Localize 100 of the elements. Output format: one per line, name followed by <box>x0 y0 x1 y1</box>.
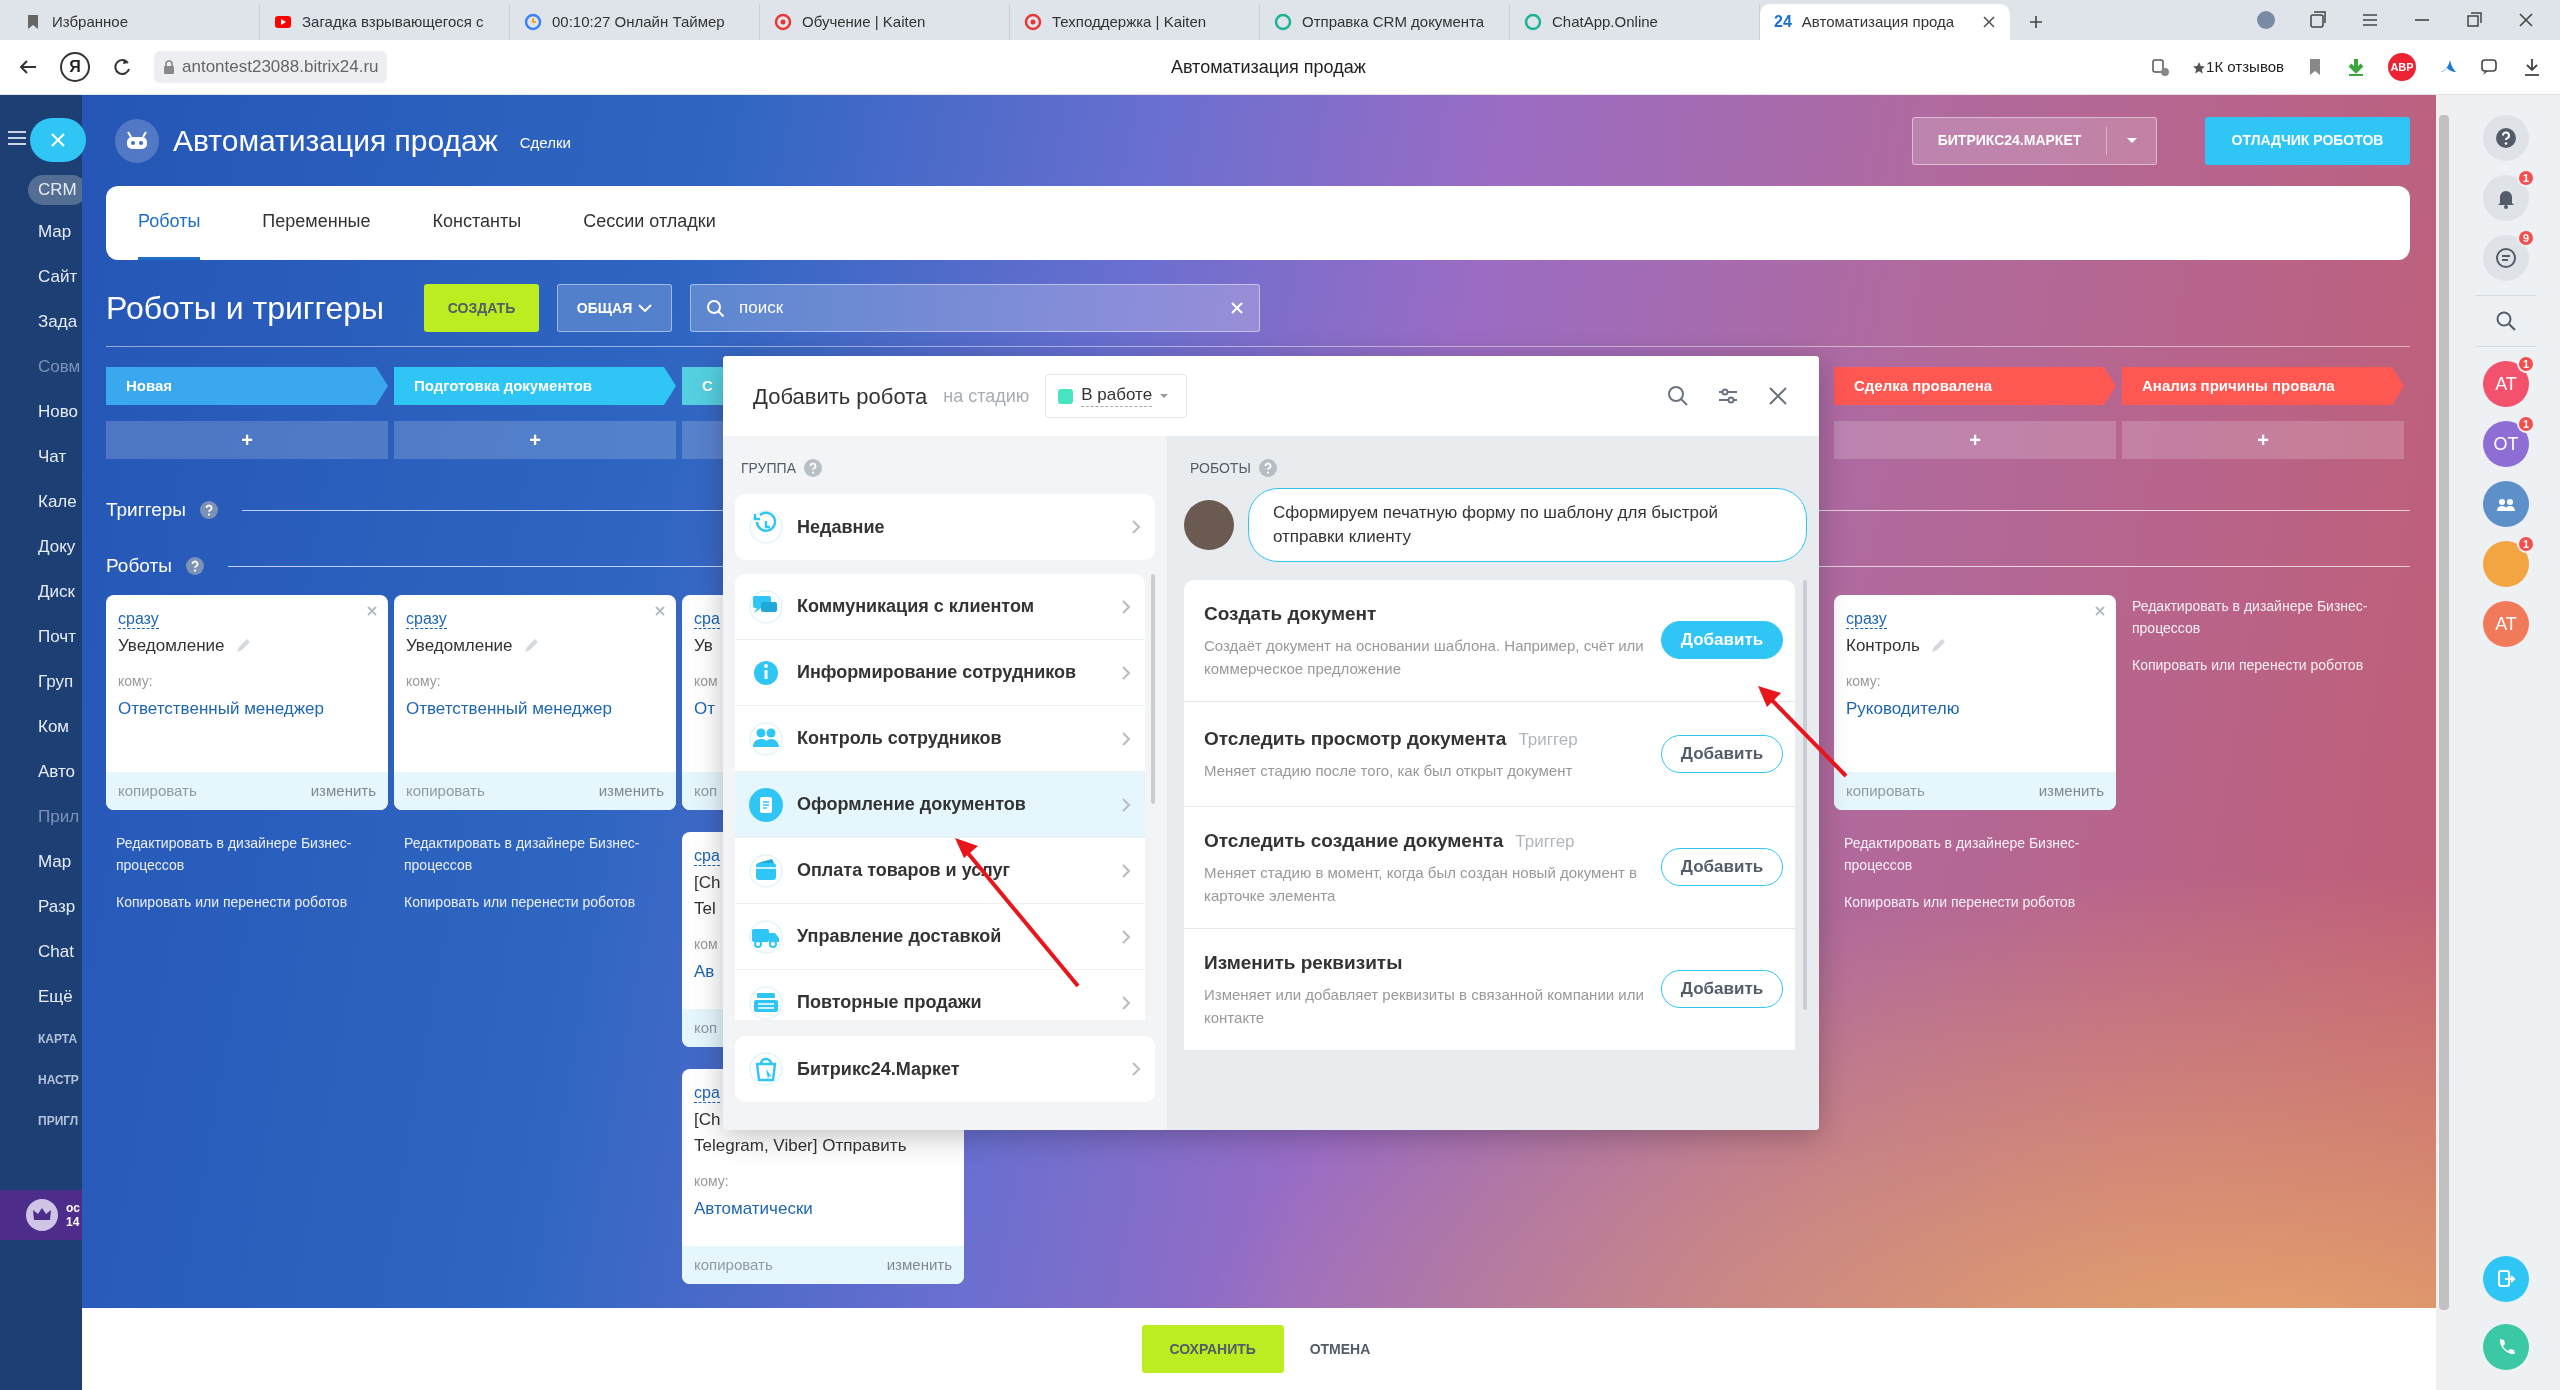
sidebar-item[interactable]: Ещё <box>0 973 82 1019</box>
designer-link[interactable]: Редактировать в дизайнере Бизнес-процессов <box>2132 595 2394 640</box>
sidebar-item[interactable]: Авто <box>0 748 82 794</box>
sidebar-link[interactable]: КАРТА <box>0 1018 82 1060</box>
create-button[interactable]: СОЗДАТЬ <box>424 284 540 332</box>
scrollbar[interactable] <box>2436 95 2452 1390</box>
group-item[interactable]: Оформление документов <box>735 772 1145 838</box>
add-button[interactable]: Добавить <box>1661 734 1783 773</box>
cancel-button[interactable]: ОТМЕНА <box>1303 1337 1377 1361</box>
sidebar-link[interactable]: ПРИГЛ <box>0 1100 82 1142</box>
sidebar-item[interactable]: Мар <box>0 838 82 884</box>
delay-link[interactable]: сра <box>694 846 720 867</box>
group-chat-avatar[interactable] <box>2483 481 2529 527</box>
group-item[interactable]: Коммуникация с клиентом <box>735 574 1145 640</box>
group-item[interactable]: Информирование сотрудников <box>735 640 1145 706</box>
sidebar-link[interactable]: НАСТР <box>0 1059 82 1101</box>
delay-link[interactable]: сразу <box>118 609 159 630</box>
stage-selector[interactable]: В работе <box>1045 374 1188 418</box>
sidebar-item[interactable]: CRM <box>28 175 82 205</box>
help-icon <box>185 557 204 575</box>
sidebar-item[interactable]: Сайт <box>0 253 82 299</box>
save-button[interactable]: СОХРАНИТЬ <box>1141 1325 1284 1373</box>
adblock-button[interactable]: ABP <box>2388 53 2416 81</box>
sidebar-item[interactable]: Разр <box>0 883 82 929</box>
tab[interactable]: Переменные <box>262 186 371 260</box>
add-robot-button[interactable]: + <box>394 421 676 459</box>
stage-header[interactable]: Сделка провалена <box>1834 367 2116 405</box>
recipient-link[interactable]: От <box>694 696 715 722</box>
search-icon[interactable] <box>1667 385 1689 407</box>
edit-link[interactable]: изменить <box>310 779 376 803</box>
tabs-icon[interactable] <box>2308 10 2328 30</box>
home-button[interactable]: Я <box>60 52 90 82</box>
designer-link[interactable]: Редактировать в дизайнере Бизнес-процессов <box>116 832 378 877</box>
designer-link[interactable]: Копировать или перенести роботов <box>404 890 666 914</box>
delay-link[interactable]: сра <box>694 609 720 630</box>
sidebar-item[interactable]: Диск <box>0 568 82 614</box>
designer-link[interactable]: Копировать или перенести роботов <box>116 890 378 914</box>
sidebar-item[interactable]: Почт <box>0 613 82 659</box>
delay-link[interactable]: сразу <box>1846 609 1887 630</box>
sidebar-item[interactable]: Кале <box>0 478 82 524</box>
sidebar-item[interactable]: Зада <box>0 298 82 344</box>
sidebar-item[interactable]: Ком <box>0 703 82 749</box>
search-field[interactable]: поиск <box>690 284 1261 332</box>
stage-header[interactable]: Анализ причины провала <box>2122 367 2404 405</box>
promo-banner[interactable]: ос 14 <box>0 1190 82 1240</box>
page-title: Автоматизация продаж <box>1169 55 1367 79</box>
close-icon[interactable] <box>1767 385 1789 407</box>
extension-icon[interactable] <box>2150 57 2171 77</box>
profile-icon[interactable] <box>2256 10 2276 30</box>
recipient-link[interactable]: Руководителю <box>1846 696 1960 722</box>
group-item[interactable]: Недавние <box>735 494 1155 560</box>
tab[interactable]: Константы <box>432 186 522 260</box>
edit-link[interactable]: изменить <box>886 1253 952 1277</box>
designer-link[interactable]: Редактировать в дизайнере Бизнес-процессов <box>1844 832 2106 877</box>
tab[interactable]: Роботы <box>138 186 201 260</box>
sidebar-item[interactable]: Мар <box>0 208 82 254</box>
close-icon[interactable] <box>1982 15 1996 29</box>
download-icon[interactable] <box>2522 57 2542 77</box>
breadcrumb-link[interactable]: Сделки <box>519 132 571 155</box>
reload-icon[interactable] <box>112 57 132 77</box>
sidebar-section-title[interactable]: Прил <box>0 793 82 839</box>
edit-link[interactable]: изменить <box>598 779 664 803</box>
browser-tab[interactable]: 24 Автоматизация прода <box>1760 4 2010 40</box>
recipient-link[interactable]: Ав <box>694 959 715 985</box>
recipient-link[interactable]: Автоматически <box>694 1196 813 1222</box>
scrollbar[interactable] <box>1151 574 1155 804</box>
sidebar-section-title[interactable]: Совм <box>0 343 82 389</box>
address-field[interactable]: antontest23088.bitrix24.ru <box>154 51 387 83</box>
add-button[interactable]: Добавить <box>1661 970 1783 1009</box>
menu-icon[interactable] <box>8 130 26 146</box>
clear-icon[interactable] <box>1230 301 1245 315</box>
reviews-link[interactable]: 1К отзывов <box>2192 55 2284 79</box>
group-item[interactable]: Битрикс24.Маркет <box>735 1036 1155 1102</box>
chat-icon[interactable] <box>2480 57 2500 77</box>
sidebar-item[interactable]: Груп <box>0 658 82 704</box>
sidebar-item[interactable]: Доку <box>0 523 82 569</box>
add-button[interactable]: Добавить <box>1661 848 1783 887</box>
scrollbar[interactable] <box>1803 579 1807 1010</box>
filter-button[interactable]: ОБЩАЯ <box>557 284 673 332</box>
tab[interactable]: Сессии отладки <box>583 186 716 260</box>
recipient-link[interactable]: Ответственный менеджер <box>406 696 612 722</box>
add-robot-button[interactable]: + <box>106 421 388 459</box>
designer-link[interactable]: Копировать или перенести роботов <box>1844 890 2106 914</box>
delay-link[interactable]: сразу <box>406 609 447 630</box>
chevron-icon <box>1131 519 1141 535</box>
recipient-link[interactable]: Ответственный менеджер <box>118 696 324 722</box>
add-robot-button[interactable]: + <box>2122 421 2404 459</box>
designer-link[interactable]: Редактировать в дизайнере Бизнес-процессов <box>404 832 666 877</box>
search-icon[interactable] <box>2495 310 2517 332</box>
sidebar-item[interactable]: Чат <box>0 433 82 479</box>
group-item[interactable]: Управление доставкой <box>735 904 1145 970</box>
plus-icon[interactable] <box>2028 14 2044 30</box>
delay-link[interactable]: сра <box>694 1083 720 1104</box>
designer-link[interactable]: Копировать или перенести роботов <box>2132 653 2394 677</box>
restore-icon[interactable] <box>2464 10 2484 30</box>
edit-link[interactable]: изменить <box>2038 779 2104 803</box>
add-robot-button[interactable]: + <box>1834 421 2116 459</box>
sidebar-item[interactable]: Chat <box>0 928 82 974</box>
sidebar-item[interactable]: Ново <box>0 388 82 434</box>
help-button[interactable] <box>2483 115 2529 161</box>
